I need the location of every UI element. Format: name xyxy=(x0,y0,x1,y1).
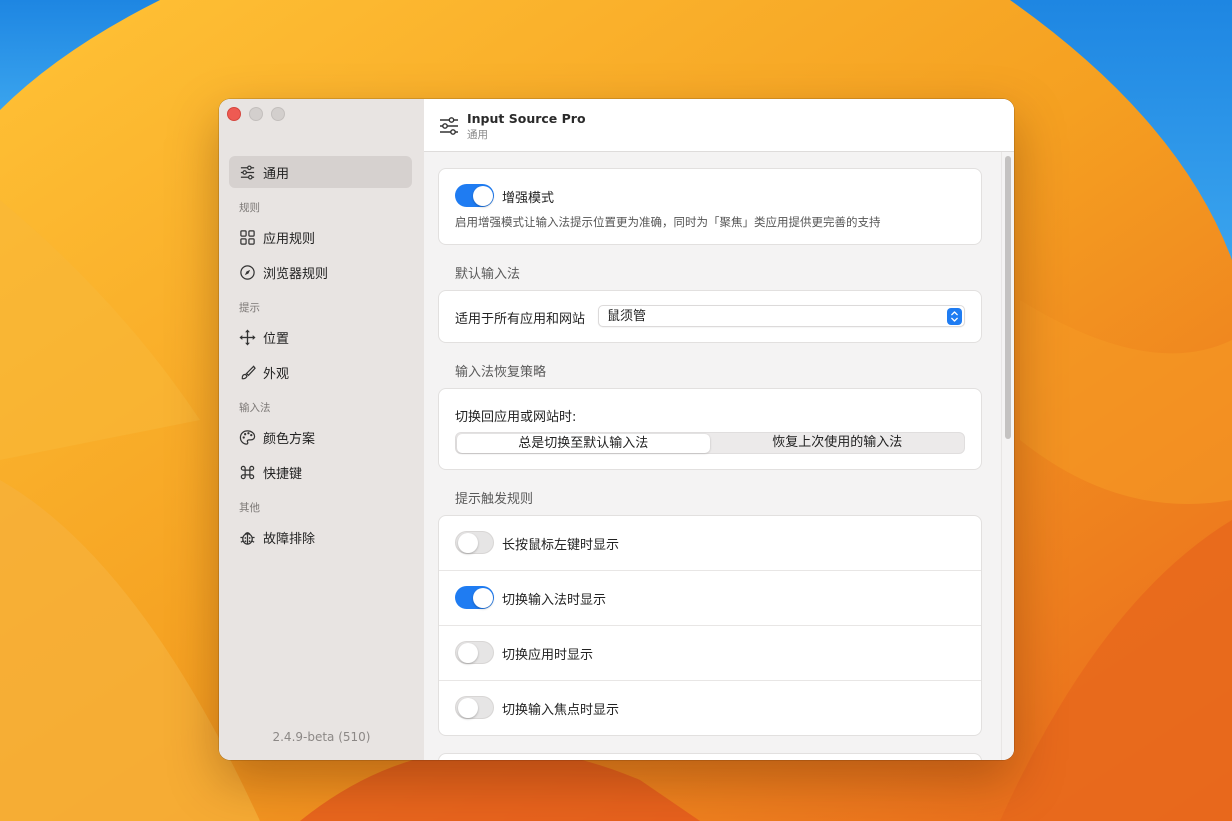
move-arrows-icon xyxy=(238,328,256,346)
sidebar-item-label: 浏览器规则 xyxy=(263,266,329,282)
trigger-toggle-switch-input[interactable] xyxy=(455,586,494,609)
next-settings-card xyxy=(438,753,982,760)
sidebar-item-label: 快捷键 xyxy=(263,466,303,482)
trigger-row-switch-app: 切换应用时显示 xyxy=(439,625,981,681)
paintbrush-icon xyxy=(238,363,256,381)
toolbar: Input Source Pro 通用 xyxy=(424,99,1014,152)
trigger-toggle-long-press[interactable] xyxy=(455,531,494,554)
sidebar-section-hints: 提示 xyxy=(239,302,260,314)
sidebar-section-rules: 规则 xyxy=(239,202,260,214)
trigger-label: 切换输入法时显示 xyxy=(502,593,607,608)
enhanced-mode-card: 增强模式 启用增强模式让输入法提示位置更为准确，同时为「聚焦」类应用提供更完善的… xyxy=(438,168,982,245)
restore-option-last-used[interactable]: 恢复上次使用的输入法 xyxy=(711,433,965,453)
sidebar-item-shortcuts[interactable]: 快捷键 xyxy=(229,456,412,488)
trigger-label: 切换应用时显示 xyxy=(502,648,594,663)
triggers-section-title: 提示触发规则 xyxy=(455,492,534,507)
palette-icon xyxy=(238,428,256,446)
sidebar-item-app-rules[interactable]: 应用规则 xyxy=(229,221,412,253)
default-input-section-title: 默认输入法 xyxy=(455,267,521,282)
default-input-card: 适用于所有应用和网站 鼠须管 xyxy=(438,290,982,343)
trigger-row-switch-input: 切换输入法时显示 xyxy=(439,570,981,626)
ladybug-icon xyxy=(238,528,256,546)
sliders-icon xyxy=(238,163,256,181)
sidebar-item-position[interactable]: 位置 xyxy=(229,321,412,353)
app-window: 通用 规则 应用规则 浏览器规则 提示 位置 外观 输入法 颜色方案 快捷键 其… xyxy=(219,99,1014,760)
settings-content: 增强模式 启用增强模式让输入法提示位置更为准确，同时为「聚焦」类应用提供更完善的… xyxy=(424,152,1002,760)
default-input-select[interactable]: 鼠须管 xyxy=(598,305,965,327)
trigger-label: 长按鼠标左键时显示 xyxy=(502,538,620,553)
default-input-value: 鼠须管 xyxy=(607,309,647,324)
main-pane: Input Source Pro 通用 增强模式 启用增强模式让输入法提示位置更… xyxy=(424,99,1014,760)
command-key-icon xyxy=(238,463,256,481)
sidebar-item-label: 应用规则 xyxy=(263,231,316,247)
trigger-label: 切换输入焦点时显示 xyxy=(502,703,620,718)
sidebar-section-input-method: 输入法 xyxy=(239,402,271,414)
vertical-scrollbar[interactable] xyxy=(1001,152,1014,760)
sidebar-item-label: 故障排除 xyxy=(263,531,316,547)
sidebar-nav: 通用 规则 应用规则 浏览器规则 提示 位置 外观 输入法 颜色方案 快捷键 其… xyxy=(229,156,412,556)
sidebar-item-label: 外观 xyxy=(263,366,290,382)
compass-icon xyxy=(238,263,256,281)
window-controls xyxy=(227,107,285,121)
close-window-button[interactable] xyxy=(227,107,241,121)
scrollbar-thumb[interactable] xyxy=(1005,156,1011,439)
enhanced-mode-toggle[interactable] xyxy=(455,184,494,207)
grid-icon xyxy=(238,228,256,246)
restore-section-title: 输入法恢复策略 xyxy=(455,365,547,380)
enhanced-mode-description: 启用增强模式让输入法提示位置更为准确，同时为「聚焦」类应用提供更完善的支持 xyxy=(455,215,881,229)
enhanced-mode-title: 增强模式 xyxy=(502,191,555,206)
sidebar-item-troubleshooting[interactable]: 故障排除 xyxy=(229,521,412,553)
restore-label: 切换回应用或网站时: xyxy=(455,410,577,425)
sidebar-item-label: 颜色方案 xyxy=(263,431,316,447)
sliders-icon xyxy=(438,115,460,137)
chevron-updown-icon xyxy=(947,308,962,325)
minimize-window-button[interactable] xyxy=(249,107,263,121)
version-label: 2.4.9-beta (510) xyxy=(272,730,371,744)
trigger-row-focus-change: 切换输入焦点时显示 xyxy=(439,680,981,736)
default-input-label: 适用于所有应用和网站 xyxy=(455,312,586,327)
sidebar-item-browser-rules[interactable]: 浏览器规则 xyxy=(229,256,412,288)
sidebar-item-appearance[interactable]: 外观 xyxy=(229,356,412,388)
sidebar-item-label: 位置 xyxy=(263,331,290,347)
trigger-toggle-focus-change[interactable] xyxy=(455,696,494,719)
trigger-toggle-switch-app[interactable] xyxy=(455,641,494,664)
window-title: Input Source Pro xyxy=(467,111,586,126)
sidebar-item-color-scheme[interactable]: 颜色方案 xyxy=(229,421,412,453)
sidebar-item-label: 通用 xyxy=(263,166,290,182)
sidebar: 通用 规则 应用规则 浏览器规则 提示 位置 外观 输入法 颜色方案 快捷键 其… xyxy=(219,99,425,760)
restore-option-default[interactable]: 总是切换至默认输入法 xyxy=(456,433,710,453)
sidebar-section-other: 其他 xyxy=(239,502,260,514)
sidebar-item-general[interactable]: 通用 xyxy=(229,156,412,188)
triggers-card: 长按鼠标左键时显示 切换输入法时显示 切换应用时显示 切换输入焦点时显示 xyxy=(438,515,982,736)
zoom-window-button[interactable] xyxy=(271,107,285,121)
restore-segmented-control: 总是切换至默认输入法 恢复上次使用的输入法 xyxy=(455,432,965,454)
window-subtitle: 通用 xyxy=(467,129,488,141)
restore-card: 切换回应用或网站时: 总是切换至默认输入法 恢复上次使用的输入法 xyxy=(438,388,982,470)
trigger-row-long-press: 长按鼠标左键时显示 xyxy=(439,516,981,571)
